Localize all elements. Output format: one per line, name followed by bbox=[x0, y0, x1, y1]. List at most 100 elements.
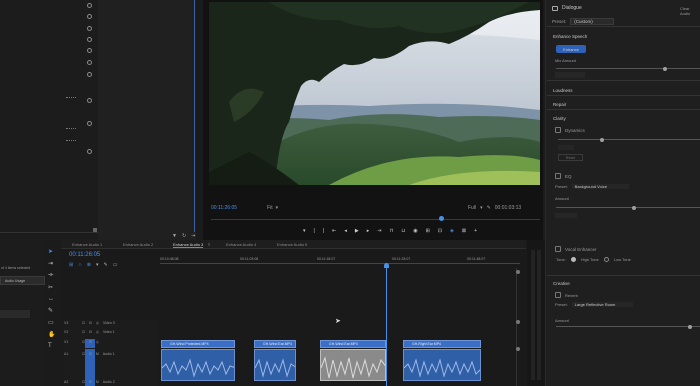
reset-button[interactable]: Reset bbox=[558, 154, 583, 161]
eye-icon[interactable] bbox=[87, 3, 92, 8]
reverb-amount-slider[interactable] bbox=[556, 324, 700, 329]
eq-amount-slider[interactable] bbox=[556, 205, 700, 210]
captions-icon[interactable]: ▭ bbox=[113, 262, 118, 268]
tab-enhance-audio-4[interactable]: Enhance Audio 4 bbox=[226, 242, 256, 247]
lock-icon[interactable]: ⊡ bbox=[82, 352, 85, 356]
mute-icon[interactable]: M bbox=[96, 380, 99, 384]
eye-icon[interactable]: ◎ bbox=[96, 340, 99, 344]
keyframe-nav-icon[interactable] bbox=[66, 128, 76, 132]
loudness-heading[interactable]: Loudness bbox=[553, 88, 573, 93]
audio-clip[interactable] bbox=[161, 349, 235, 381]
comparison-icon[interactable]: ⊞ bbox=[426, 228, 430, 234]
video-clip[interactable]: GH-Wind Ear.MP4 bbox=[320, 340, 386, 348]
scroll-handle[interactable] bbox=[516, 270, 520, 274]
sync-icon[interactable]: ⊟ bbox=[89, 340, 92, 344]
overwrite-icon[interactable]: ⊔ bbox=[401, 228, 405, 234]
low-tone-radio[interactable] bbox=[603, 257, 609, 262]
go-to-in-icon[interactable]: ⇤ bbox=[332, 228, 336, 234]
audio-clip[interactable] bbox=[403, 349, 481, 381]
preset-select[interactable]: (Custom) bbox=[570, 18, 614, 25]
mute-icon[interactable]: M bbox=[96, 352, 99, 356]
track-v2-label[interactable]: V2 bbox=[64, 330, 78, 334]
audio-usage-tab[interactable]: Audio Usage bbox=[0, 276, 45, 285]
rectangle-tool-icon[interactable]: ▭ bbox=[48, 319, 55, 326]
razor-tool-icon[interactable]: ✂ bbox=[48, 284, 55, 291]
loop-icon[interactable]: ↻ bbox=[182, 233, 186, 239]
slider-knob[interactable] bbox=[688, 324, 692, 329]
export-frame-icon[interactable]: ◉ bbox=[413, 228, 417, 234]
pen-tool-icon[interactable]: ✎ bbox=[48, 307, 55, 314]
eq-amount-value[interactable] bbox=[555, 213, 577, 218]
bin-row[interactable] bbox=[0, 310, 30, 318]
mix-amount-value[interactable] bbox=[555, 72, 585, 78]
audio-clip-selected[interactable] bbox=[320, 349, 386, 381]
lock-icon[interactable]: ⊡ bbox=[82, 380, 85, 384]
snap-icon[interactable]: ∩ bbox=[78, 262, 82, 268]
sync-icon[interactable]: ⊟ bbox=[89, 380, 92, 384]
lock-icon[interactable]: ⊡ bbox=[82, 330, 85, 334]
lock-icon[interactable]: ⊡ bbox=[82, 321, 85, 325]
high-tone-radio[interactable] bbox=[570, 257, 576, 262]
slider-knob[interactable] bbox=[600, 137, 604, 142]
vr-icon[interactable]: ◈ bbox=[450, 228, 454, 234]
dynamics-slider[interactable] bbox=[558, 137, 700, 142]
video-clip[interactable]: GH-Right Ear.MP4 bbox=[403, 340, 481, 348]
filter-icon[interactable]: ▼ bbox=[172, 233, 177, 239]
eye-icon[interactable] bbox=[87, 121, 92, 126]
safe-margins-icon[interactable]: ⊠ bbox=[462, 228, 466, 234]
dynamics-checkbox[interactable] bbox=[555, 127, 561, 133]
mix-amount-slider[interactable] bbox=[556, 66, 700, 71]
track-a1-label[interactable]: A1 bbox=[64, 352, 78, 356]
tab-enhance-audio-5[interactable]: Enhance Audio 5 bbox=[277, 242, 307, 247]
hand-tool-icon[interactable]: ✋ bbox=[48, 331, 55, 338]
reverb-preset-select[interactable]: Large Reflective Room bbox=[571, 302, 634, 307]
eq-preset-select[interactable]: Background Voice bbox=[571, 184, 629, 189]
mark-out-icon[interactable]: | bbox=[323, 228, 324, 234]
close-icon[interactable]: ≡ bbox=[208, 242, 210, 247]
timeline-timecode[interactable]: 00:11:26:05 bbox=[69, 252, 100, 258]
eq-checkbox[interactable] bbox=[555, 173, 561, 179]
go-to-out-icon[interactable]: ⇥ bbox=[377, 228, 381, 234]
eye-icon[interactable] bbox=[87, 60, 92, 65]
eye-icon[interactable] bbox=[87, 48, 92, 53]
keyframe-nav-icon[interactable] bbox=[66, 97, 76, 101]
step-back-icon[interactable]: ◂ bbox=[344, 228, 347, 234]
wrench-icon[interactable]: ✎ bbox=[104, 262, 108, 268]
eye-icon[interactable] bbox=[87, 37, 92, 42]
video-clip[interactable]: GH-Wind Protected.MP4 bbox=[161, 340, 235, 348]
scroll-handle[interactable] bbox=[516, 347, 520, 351]
wrench-icon[interactable]: ✎ bbox=[487, 205, 491, 211]
reverb-checkbox[interactable] bbox=[555, 292, 561, 298]
slider-knob[interactable] bbox=[632, 205, 636, 210]
ripple-edit-tool-icon[interactable]: ⟛ bbox=[48, 272, 55, 279]
sync-icon[interactable]: ⊟ bbox=[89, 321, 92, 325]
eye-icon[interactable] bbox=[87, 14, 92, 19]
program-timecode[interactable]: 00:11:26:05 bbox=[211, 205, 237, 211]
add-marker-icon[interactable]: ▾ bbox=[96, 262, 99, 268]
program-video-frame[interactable] bbox=[209, 2, 540, 185]
eye-icon[interactable] bbox=[87, 98, 92, 103]
eye-icon[interactable] bbox=[87, 26, 92, 31]
insert-icon[interactable]: ⊓ bbox=[389, 228, 393, 234]
tab-enhance-audio-3[interactable]: Enhance Audio 3 bbox=[173, 242, 204, 248]
dynamics-value[interactable] bbox=[558, 145, 574, 150]
add-marker-icon[interactable]: ▾ bbox=[303, 228, 306, 234]
scroll-handle[interactable] bbox=[516, 320, 520, 324]
program-scrubber[interactable] bbox=[211, 216, 540, 222]
slip-tool-icon[interactable]: ↔ bbox=[48, 296, 55, 302]
lock-icon[interactable]: ⊡ bbox=[82, 340, 85, 344]
video-clip[interactable]: GH-Wind Ear.MP4 bbox=[254, 340, 296, 348]
eye-icon[interactable] bbox=[87, 72, 92, 77]
mark-in-icon[interactable]: | bbox=[314, 228, 315, 234]
type-tool-icon[interactable]: T bbox=[48, 343, 55, 349]
track-v1-label[interactable]: V1 bbox=[64, 340, 78, 344]
timeline-scrollbar[interactable] bbox=[516, 268, 520, 386]
keyframe-nav-icon[interactable] bbox=[66, 140, 76, 144]
clarity-heading[interactable]: Clarity bbox=[553, 116, 566, 121]
fit-select[interactable]: Fit bbox=[267, 205, 273, 211]
repair-heading[interactable]: Repair bbox=[553, 102, 566, 107]
clear-audio-button[interactable]: Clear Audio bbox=[680, 6, 700, 16]
quality-select[interactable]: Full bbox=[468, 205, 476, 211]
play-icon[interactable]: ▶ bbox=[355, 228, 359, 234]
eye-icon[interactable]: ◎ bbox=[96, 330, 99, 334]
